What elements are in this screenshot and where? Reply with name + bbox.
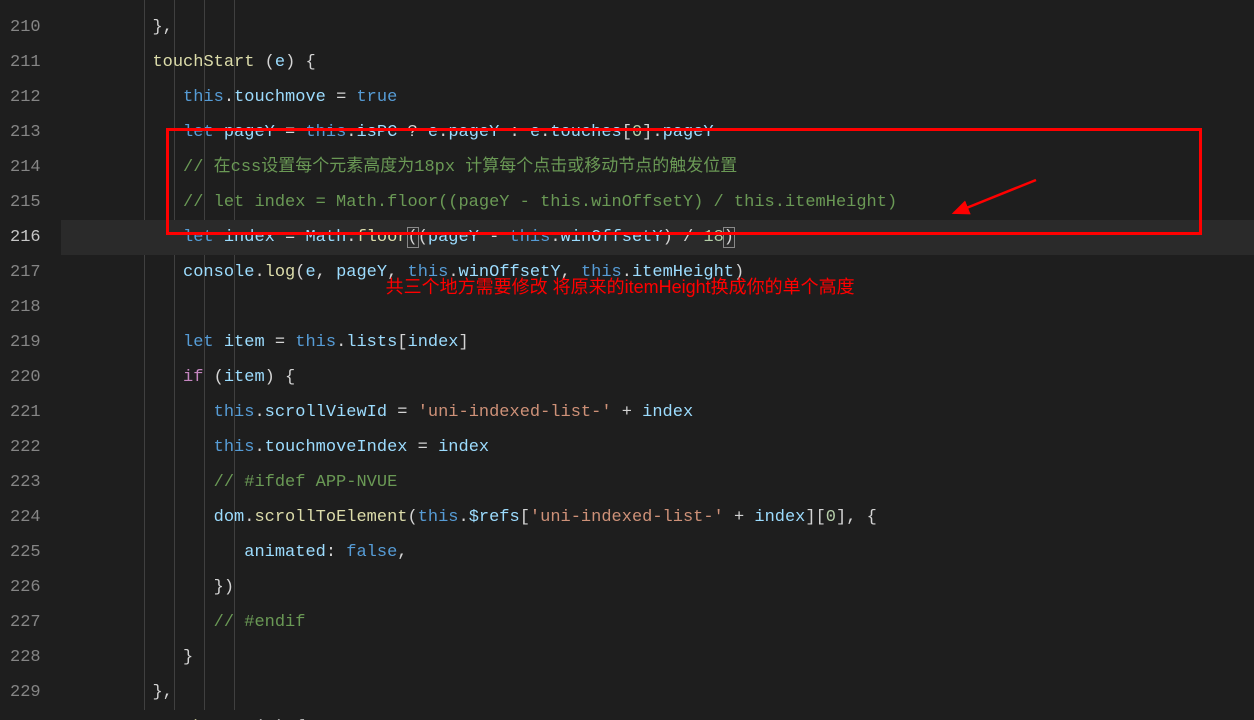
line-number: 228 — [10, 640, 41, 675]
line-number: 229 — [10, 675, 41, 710]
code-line[interactable]: touchStart (e) { — [61, 45, 1254, 80]
code-area[interactable]: 共三个地方需要修改 将原来的itemHeight换成你的单个高度 }, touc… — [61, 0, 1254, 710]
line-number: 211 — [10, 45, 41, 80]
code-line[interactable]: if (item) { — [61, 360, 1254, 395]
code-line[interactable]: }, — [61, 675, 1254, 710]
code-line[interactable]: dom.scrollToElement(this.$refs['uni-inde… — [61, 500, 1254, 535]
code-line[interactable]: let pageY = this.isPC ? e.pageY : e.touc… — [61, 115, 1254, 150]
line-number: 210 — [10, 10, 41, 45]
line-number: 218 — [10, 290, 41, 325]
line-number: 217 — [10, 255, 41, 290]
code-line[interactable]: }, — [61, 10, 1254, 45]
code-line[interactable]: // #endif — [61, 605, 1254, 640]
line-number: 216 — [10, 220, 41, 255]
line-number: 220 — [10, 360, 41, 395]
line-number-gutter: 2102112122132142152162172182192202212222… — [0, 0, 61, 710]
line-number: 213 — [10, 115, 41, 150]
line-number: 222 — [10, 430, 41, 465]
line-number: 219 — [10, 325, 41, 360]
code-line[interactable]: // 在css设置每个元素高度为18px 计算每个点击或移动节点的触发位置 — [61, 150, 1254, 185]
code-line[interactable]: animated: false, — [61, 535, 1254, 570]
code-line[interactable]: let index = Math.floor((pageY - this.win… — [61, 220, 1254, 255]
line-number: 221 — [10, 395, 41, 430]
line-number: 226 — [10, 570, 41, 605]
code-line[interactable]: this.scrollViewId = 'uni-indexed-list-' … — [61, 395, 1254, 430]
code-line[interactable]: this.touchmove = true — [61, 80, 1254, 115]
code-line[interactable]: console.log(e, pageY, this.winOffsetY, t… — [61, 255, 1254, 290]
line-number: 225 — [10, 535, 41, 570]
code-line[interactable]: // let index = Math.floor((pageY - this.… — [61, 185, 1254, 220]
scrollbar[interactable] — [1240, 0, 1254, 710]
line-number: 224 — [10, 500, 41, 535]
line-number: 212 — [10, 80, 41, 115]
line-number: 223 — [10, 465, 41, 500]
code-line[interactable]: touchMove (e) { — [61, 710, 1254, 720]
code-line[interactable]: // #ifdef APP-NVUE — [61, 465, 1254, 500]
line-number: 215 — [10, 185, 41, 220]
line-number: 214 — [10, 150, 41, 185]
code-line[interactable]: }) — [61, 570, 1254, 605]
code-line[interactable] — [61, 290, 1254, 325]
code-line[interactable]: let item = this.lists[index] — [61, 325, 1254, 360]
code-line[interactable]: this.touchmoveIndex = index — [61, 430, 1254, 465]
code-editor[interactable]: 2102112122132142152162172182192202212222… — [0, 0, 1254, 710]
code-line[interactable]: } — [61, 640, 1254, 675]
line-number: 227 — [10, 605, 41, 640]
